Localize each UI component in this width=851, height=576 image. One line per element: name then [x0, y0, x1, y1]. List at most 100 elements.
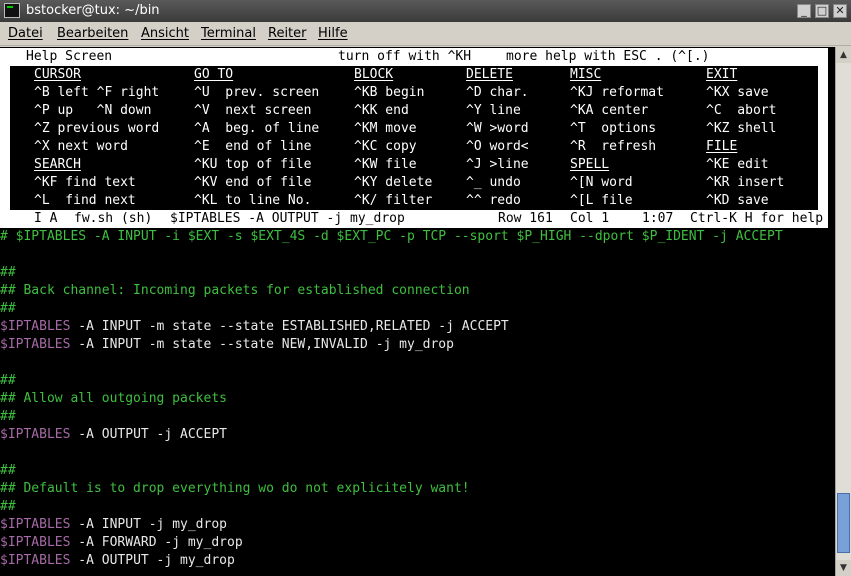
help-item: ^[L file [570, 193, 633, 208]
code-text: -A INPUT -j my_drop [70, 517, 227, 532]
help-section-header: SEARCH [34, 157, 81, 172]
help-item: ^J >line [466, 157, 529, 172]
code-variable: $IPTABLES [0, 517, 71, 532]
minimize-icon[interactable]: _ [797, 4, 811, 18]
help-item: ^KF find text [34, 175, 136, 190]
menu-datei[interactable]: Datei [8, 26, 43, 42]
help-item: ^U prev. screen [194, 85, 320, 100]
help-item: ^KR insert [706, 175, 785, 190]
code-comment: # $IPTABLES -A INPUT -i $EXT -s $EXT_4S … [0, 229, 783, 244]
code-variable: $IPTABLES [0, 553, 71, 568]
help-item: ^L find next [34, 193, 136, 208]
code-variable: $IPTABLES [0, 319, 71, 334]
code-line: ## [0, 372, 16, 390]
vertical-scrollbar[interactable]: ▲ ▼ [835, 47, 851, 576]
code-text: -A OUTPUT -j ACCEPT [70, 427, 227, 442]
code-variable: $IPTABLES [0, 535, 71, 550]
status-col: Col 1 [570, 211, 610, 226]
status-mode: I A [34, 211, 58, 226]
code-comment: ## [0, 265, 16, 280]
help-item: ^KX save [706, 85, 769, 100]
code-variable: $IPTABLES [0, 427, 71, 442]
help-section-header: MISC [570, 67, 602, 82]
code-comment: ## [0, 409, 16, 424]
code-comment: ## [0, 463, 16, 478]
help-frame-left [0, 66, 10, 210]
code-line: ## [0, 498, 16, 516]
help-turn-off: turn off with ^KH [338, 49, 472, 64]
status-help-hint: Ctrl-K H for help [690, 211, 824, 226]
maximize-icon[interactable]: □ [815, 4, 829, 18]
scroll-down-icon[interactable]: ▼ [836, 560, 851, 576]
code-comment: ## [0, 499, 16, 514]
help-section-header: SPELL [570, 157, 610, 172]
help-frame-right [818, 66, 828, 210]
help-section-header: GO TO [194, 67, 234, 82]
help-item: ^V next screen [194, 103, 312, 118]
menu-bar: Datei Bearbeiten Ansicht Terminal Reiter… [0, 22, 851, 46]
menu-terminal[interactable]: Terminal [201, 26, 256, 42]
help-item: ^O word< [466, 139, 529, 154]
menu-ansicht[interactable]: Ansicht [141, 26, 189, 42]
code-line: ## Back channel: Incoming packets for es… [0, 282, 470, 300]
menu-hilfe[interactable]: Hilfe [318, 26, 348, 42]
code-line: $IPTABLES -A OUTPUT -j ACCEPT [0, 426, 227, 444]
scroll-up-icon[interactable]: ▲ [836, 47, 851, 63]
title-bar[interactable]: bstocker@tux: ~/bin _ □ ✕ [0, 0, 851, 22]
help-more-help: more help with ESC . (^[.) [506, 49, 710, 64]
help-item: ^KD save [706, 193, 769, 208]
code-line: $IPTABLES -A INPUT -m state --state NEW,… [0, 336, 454, 354]
help-section-header: EXIT [706, 67, 738, 82]
code-comment: ## Allow all outgoing packets [0, 391, 227, 406]
status-row: Row 161 [498, 211, 553, 226]
terminal-area[interactable]: Help Screen turn off with ^KH more help … [0, 47, 835, 576]
help-item: ^R refresh [570, 139, 657, 154]
help-item: ^E end of line [194, 139, 312, 154]
help-screen: CURSOR ^B left ^F right ^P up ^N down ^Z pr… [10, 66, 818, 210]
code-line: $IPTABLES -A FORWARD -j my_drop [0, 534, 243, 552]
code-comment: ## Back channel: Incoming packets for es… [0, 283, 470, 298]
help-item: ^KA center [570, 103, 649, 118]
help-section-header: CURSOR [34, 67, 81, 82]
help-title: Help Screen [26, 49, 113, 64]
code-line: # $IPTABLES -A INPUT -i $EXT -s $EXT_4S … [0, 228, 783, 246]
code-line: ## [0, 264, 16, 282]
help-item: ^KL to line No. [194, 193, 312, 208]
code-line: ## [0, 408, 16, 426]
help-item: ^KK end [354, 103, 409, 118]
help-item: ^KJ reformat [570, 85, 664, 100]
window-title: bstocker@tux: ~/bin [26, 3, 160, 18]
menu-bearbeiten[interactable]: Bearbeiten [57, 26, 128, 42]
close-icon[interactable]: ✕ [833, 4, 847, 18]
code-comment: ## Default is to drop everything wo do n… [0, 481, 470, 496]
help-item: ^Y line [466, 103, 521, 118]
help-item: ^K/ filter [354, 193, 433, 208]
help-item: ^^ redo [466, 193, 521, 208]
menu-reiter[interactable]: Reiter [268, 26, 307, 42]
code-comment: ## [0, 301, 16, 316]
scrollbar-thumb[interactable] [837, 493, 850, 553]
help-item: ^KV end of file [194, 175, 312, 190]
code-line: $IPTABLES -A OUTPUT -j my_drop [0, 552, 235, 570]
help-item: ^Z previous word [34, 121, 160, 136]
help-item: ^A beg. of line [194, 121, 320, 136]
help-item: ^B left ^F right [34, 85, 160, 100]
code-line: $IPTABLES -A INPUT -j my_drop [0, 516, 227, 534]
status-context: $IPTABLES -A OUTPUT -j my_drop [170, 211, 405, 226]
code-text: -A OUTPUT -j my_drop [70, 553, 235, 568]
help-section-header: BLOCK [354, 67, 394, 82]
code-line: ## [0, 300, 16, 318]
help-item: ^KM move [354, 121, 417, 136]
help-item: ^KE edit [706, 157, 769, 172]
help-item: ^[N word [570, 175, 633, 190]
help-item: ^KY delete [354, 175, 433, 190]
code-text: -A FORWARD -j my_drop [70, 535, 243, 550]
help-section-header: DELETE [466, 67, 513, 82]
help-item: ^KC copy [354, 139, 417, 154]
help-item: ^C abort [706, 103, 777, 118]
code-line: ## Default is to drop everything wo do n… [0, 480, 470, 498]
code-line: ## Allow all outgoing packets [0, 390, 227, 408]
code-text: -A INPUT -m state --state ESTABLISHED,RE… [70, 319, 509, 334]
terminal-app-icon [4, 3, 20, 18]
help-item: ^P up ^N down [34, 103, 152, 118]
